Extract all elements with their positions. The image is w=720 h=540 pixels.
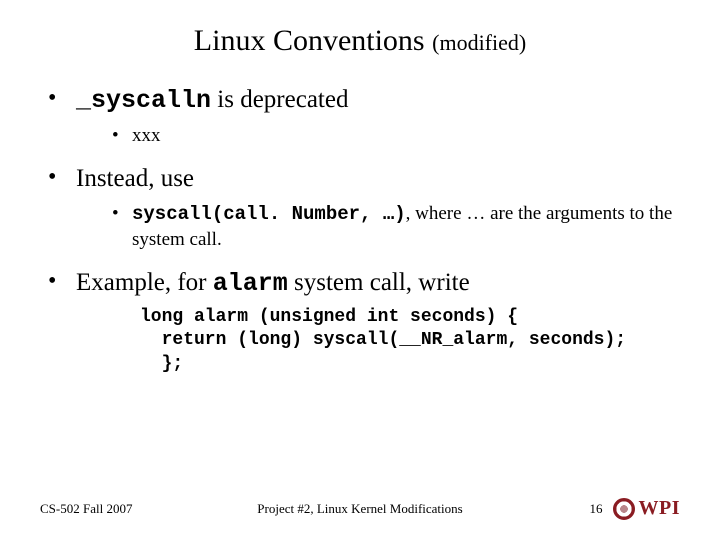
sub-bullet-xxx: xxx [112, 123, 680, 149]
footer-right: 16 WPI [540, 497, 680, 520]
bullet-example: Example, for alarm system call, write lo… [48, 269, 680, 376]
bullet-deprecated-text: is deprecated [211, 86, 348, 113]
title-main: Linux Conventions [194, 24, 425, 57]
bullet-instead: Instead, use syscall(call. Number, …), w… [48, 165, 680, 253]
footer-project: Project #2, Linux Kernel Modifications [180, 501, 540, 517]
code-alarm: alarm [213, 269, 288, 298]
wpi-logo-text: WPI [639, 497, 681, 520]
code-block-alarm: long alarm (unsigned int seconds) { retu… [76, 306, 680, 376]
footer-course: CS-502 Fall 2007 [40, 501, 180, 517]
code-syscalln: _syscalln [76, 86, 211, 115]
footer: CS-502 Fall 2007 Project #2, Linux Kerne… [0, 497, 720, 520]
code-syscall: syscall(call. Number, …) [132, 203, 406, 225]
title-subtitle: (modified) [432, 30, 526, 55]
slide: Linux Conventions (modified) _syscalln i… [0, 0, 720, 376]
wpi-logo: WPI [613, 497, 681, 520]
wpi-seal-icon [613, 498, 635, 520]
sub-list: xxx [76, 123, 680, 149]
bullet-instead-text: Instead, use [76, 165, 194, 192]
bullet-example-suffix: system call, write [288, 269, 470, 296]
bullet-example-prefix: Example, for [76, 269, 213, 296]
sub-list: syscall(call. Number, …), where … are th… [76, 201, 680, 253]
sub-bullet-syscall: syscall(call. Number, …), where … are th… [112, 201, 680, 253]
slide-title: Linux Conventions (modified) [40, 24, 680, 58]
page-number: 16 [590, 501, 603, 517]
bullet-deprecated: _syscalln is deprecated xxx [48, 86, 680, 149]
bullet-list: _syscalln is deprecated xxx Instead, use… [40, 86, 680, 376]
